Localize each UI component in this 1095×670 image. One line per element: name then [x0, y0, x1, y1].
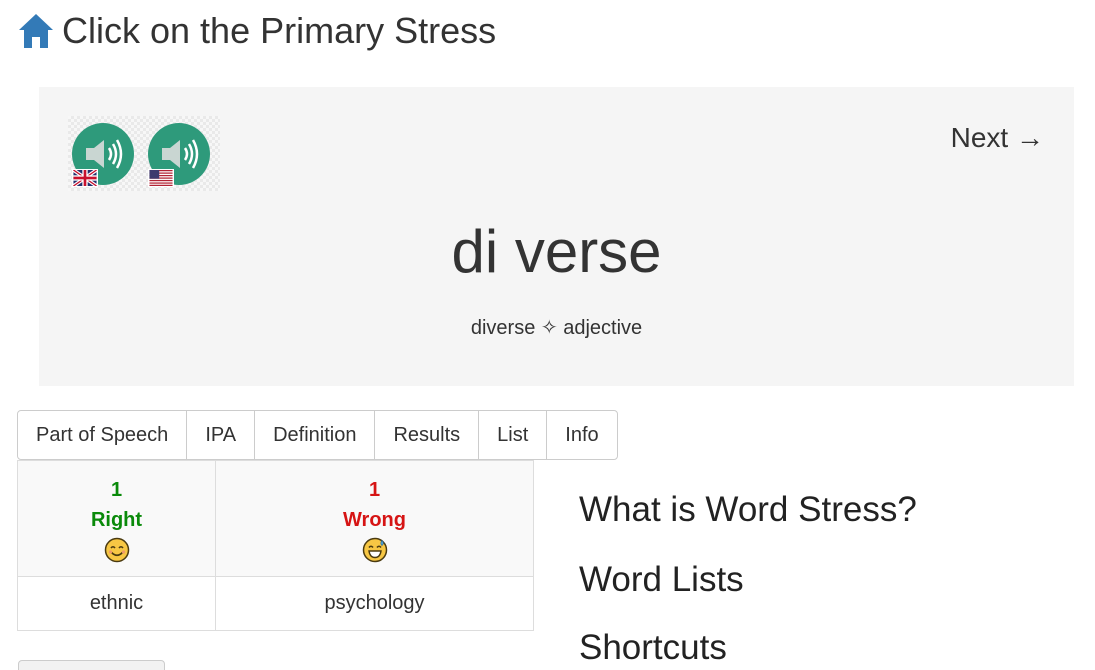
separator-icon: ✧ [540, 317, 558, 339]
tab-results[interactable]: Results [374, 411, 479, 459]
tab-part-of-speech[interactable]: Part of Speech [18, 411, 187, 459]
results-table: 1 Right 1 Wrong ethnic psychology [17, 460, 534, 631]
page-title: Click on the Primary Stress [62, 10, 497, 51]
right-word[interactable]: ethnic [17, 576, 216, 631]
results-words-row: ethnic psychology [17, 576, 534, 631]
audio-button-us[interactable] [148, 123, 214, 189]
next-link[interactable]: Next → [951, 122, 1044, 154]
wrong-count: 1 [368, 478, 381, 501]
wrong-label: Wrong [343, 508, 406, 531]
uk-flag-icon [72, 169, 98, 187]
home-icon[interactable] [16, 11, 56, 51]
us-flag-icon [148, 169, 174, 187]
word-card: Next → di verse diverse ✧ adjective [39, 87, 1074, 386]
audio-button-uk[interactable] [72, 123, 138, 189]
right-count: 1 [110, 478, 123, 501]
bottom-button[interactable] [18, 660, 165, 670]
part-of-speech: adjective [563, 317, 643, 339]
tab-definition[interactable]: Definition [254, 411, 375, 459]
results-summary-row: 1 Right 1 Wrong [17, 460, 534, 577]
link-what-is-word-stress[interactable]: What is Word Stress? [579, 490, 917, 530]
word-syllables[interactable]: di verse [39, 217, 1074, 286]
right-cell: 1 Right [17, 460, 216, 577]
grinning-sweat-face-icon [362, 537, 387, 562]
audio-buttons [68, 116, 220, 191]
wrong-word[interactable]: psychology [215, 576, 534, 631]
tab-bar: Part of Speech IPA Definition Results Li… [17, 410, 618, 460]
right-label: Right [90, 508, 143, 531]
word-syllables-text[interactable]: di verse [451, 218, 661, 285]
word-meta: diverse ✧ adjective [39, 315, 1074, 340]
tab-info[interactable]: Info [546, 411, 617, 459]
wrong-cell: 1 Wrong [215, 460, 534, 577]
page: Click on the Primary Stress Next → di ve… [0, 0, 1095, 670]
tab-list[interactable]: List [478, 411, 547, 459]
smiling-face-icon [104, 537, 129, 562]
link-shortcuts[interactable]: Shortcuts [579, 628, 727, 668]
link-word-lists[interactable]: Word Lists [579, 560, 744, 600]
tab-ipa[interactable]: IPA [186, 411, 255, 459]
header: Click on the Primary Stress [16, 8, 496, 54]
word-text: diverse [470, 317, 536, 339]
